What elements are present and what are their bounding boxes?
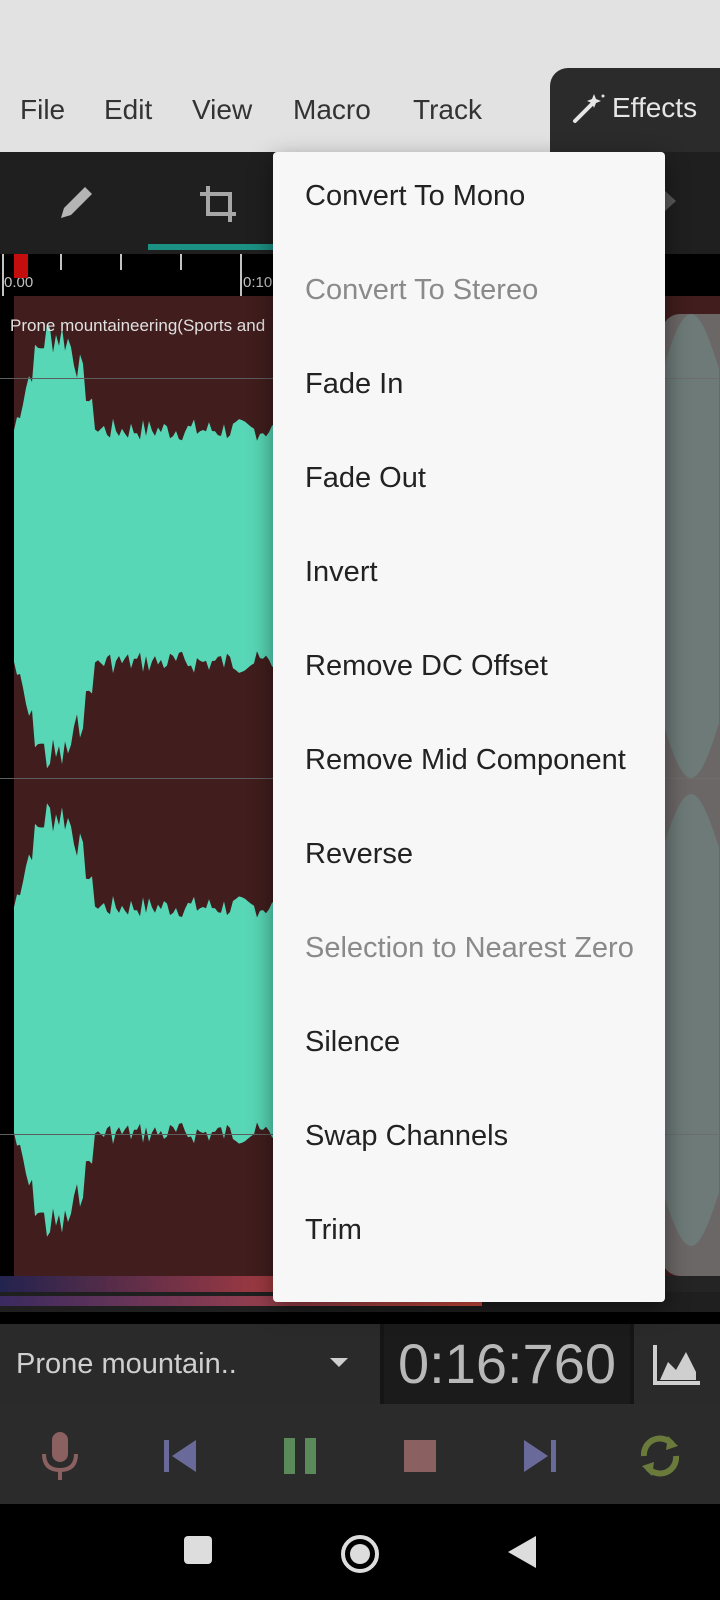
magic-wand-icon <box>570 90 606 133</box>
menu-item-convert-to-stereo: Convert To Stereo <box>305 274 539 306</box>
chevron-down-icon <box>328 1356 350 1375</box>
stop-icon[interactable] <box>392 1428 448 1484</box>
system-nav-bar <box>0 1504 720 1600</box>
mic-icon[interactable] <box>32 1428 88 1484</box>
menu-item-reverse[interactable]: Reverse <box>305 838 413 871</box>
transport-controls <box>0 1404 720 1504</box>
back-icon[interactable] <box>506 1534 538 1575</box>
player-info: Prone mountain.. 0:16:760 <box>0 1324 720 1404</box>
menu-item-selection-to-nearest-zero: Selection to Nearest Zero <box>305 932 634 964</box>
area-chart-icon <box>652 1342 702 1391</box>
effects-label: Effects <box>612 92 698 123</box>
playback-time: 0:16:760 <box>384 1324 630 1404</box>
status-bar <box>0 0 720 68</box>
home-icon[interactable] <box>340 1534 380 1579</box>
skip-forward-icon[interactable] <box>512 1428 568 1484</box>
effects-dropdown: Convert To Mono Convert To Stereo Fade I… <box>273 152 665 1302</box>
skip-back-icon[interactable] <box>152 1428 208 1484</box>
pause-icon[interactable] <box>272 1428 328 1484</box>
file-selector[interactable]: Prone mountain.. <box>0 1324 380 1404</box>
loop-icon[interactable] <box>632 1428 688 1484</box>
menu-macro[interactable]: Macro <box>293 94 371 126</box>
menu-item-invert[interactable]: Invert <box>305 556 378 589</box>
menu-item-silence[interactable]: Silence <box>305 1026 400 1059</box>
menu-effects[interactable]: Effects <box>550 68 720 152</box>
menu-item-trim[interactable]: Trim <box>305 1214 362 1247</box>
menu-item-swap-channels[interactable]: Swap Channels <box>305 1120 508 1153</box>
menu-item-remove-dc-offset[interactable]: Remove DC Offset <box>305 650 548 683</box>
recents-icon[interactable] <box>182 1534 214 1571</box>
menu-item-remove-mid-component[interactable]: Remove Mid Component <box>305 744 626 777</box>
menu-file[interactable]: File <box>20 94 65 126</box>
menu-item-fade-in[interactable]: Fade In <box>305 368 403 401</box>
menu-item-fade-out[interactable]: Fade Out <box>305 462 426 495</box>
menu-track[interactable]: Track <box>413 94 482 126</box>
menu-edit[interactable]: Edit <box>104 94 152 126</box>
file-name: Prone mountain.. <box>16 1348 237 1380</box>
spectrum-button[interactable] <box>634 1324 720 1404</box>
menu-view[interactable]: View <box>192 94 252 126</box>
menu-bar: File Edit View Macro Track Effects <box>0 68 720 152</box>
menu-item-convert-to-mono[interactable]: Convert To Mono <box>305 180 525 213</box>
